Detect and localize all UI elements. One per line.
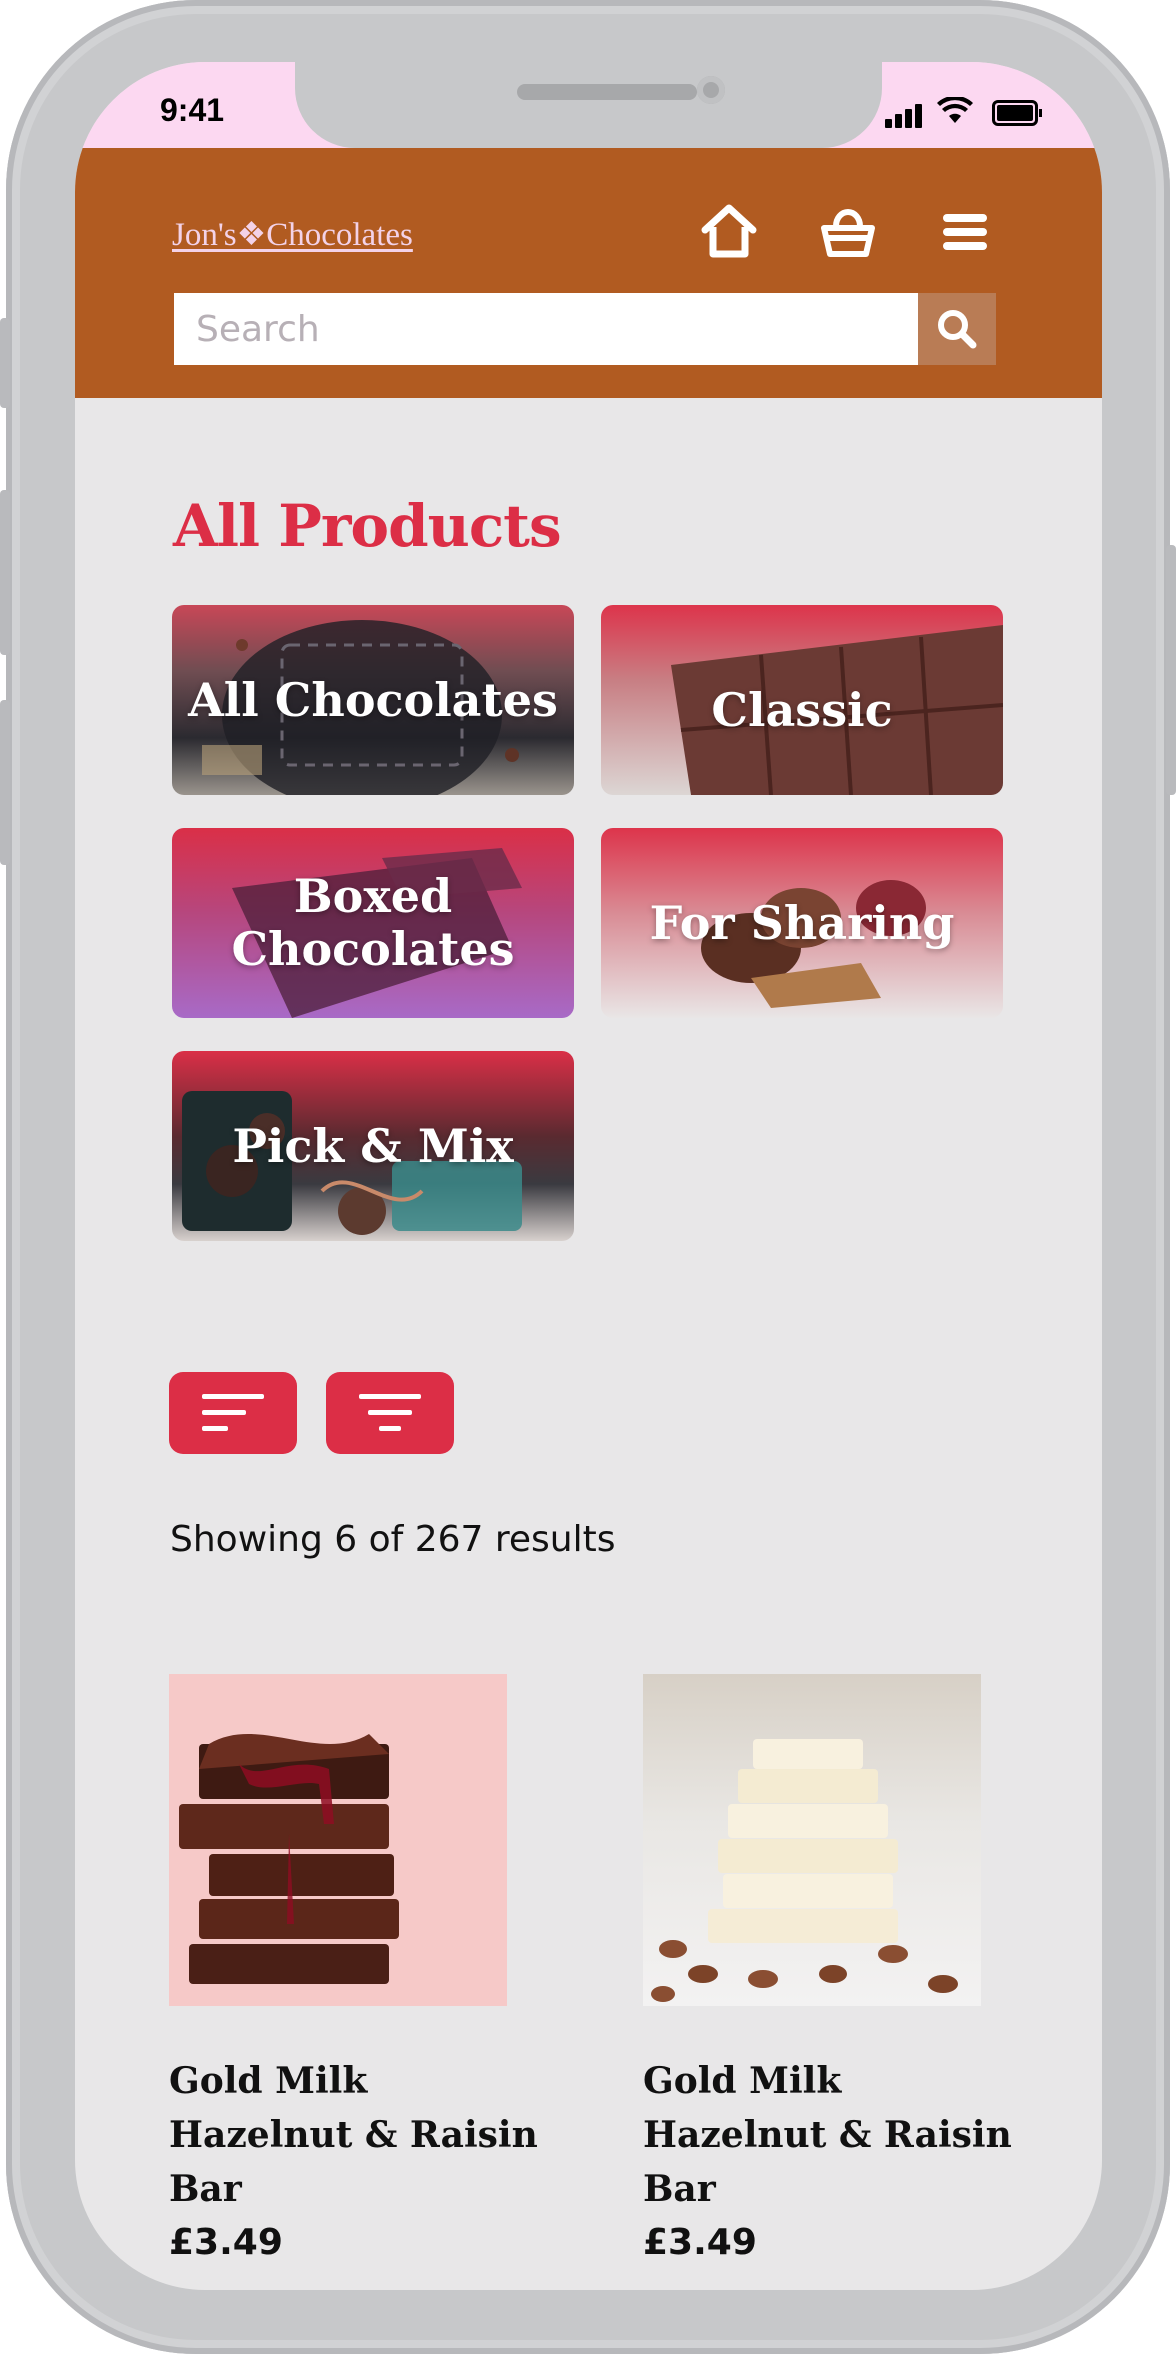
category-tile-all-chocolates[interactable]: All Chocolates: [172, 605, 574, 795]
product-name[interactable]: Gold Milk Hazelnut & Raisin Bar: [169, 2054, 549, 2216]
category-tile-pick-and-mix[interactable]: Pick & Mix: [172, 1051, 574, 1241]
sort-button[interactable]: [169, 1372, 297, 1454]
product-name[interactable]: Gold Milk Hazelnut & Raisin Bar: [643, 2054, 1023, 2216]
product-card[interactable]: Gold Milk Hazelnut & Raisin Bar £3.49: [643, 1674, 1012, 2263]
menu-icon[interactable]: [933, 200, 997, 264]
speaker-grille: [517, 84, 697, 100]
product-image[interactable]: [169, 1674, 507, 2006]
wifi-icon: [937, 95, 973, 133]
category-label: Classic: [711, 682, 893, 737]
dark-chocolate-image: [179, 1734, 399, 1984]
product-card[interactable]: Gold Milk Hazelnut & Raisin Bar £3.49: [169, 1674, 538, 2263]
category-label: Boxed Chocolates: [231, 869, 515, 976]
category-tile-for-sharing[interactable]: For Sharing: [601, 828, 1003, 1018]
results-count: Showing 6 of 267 results: [170, 1519, 616, 1560]
category-tile-classic[interactable]: Classic: [601, 605, 1003, 795]
battery-icon: [992, 100, 1042, 126]
status-time: 9:41: [160, 92, 225, 128]
search-button[interactable]: [918, 293, 996, 365]
site-header: Jon's❖Chocolates: [75, 148, 1102, 398]
category-label: For Sharing: [649, 895, 955, 950]
filter-button[interactable]: [326, 1372, 454, 1454]
filter-icon: [359, 1394, 421, 1431]
page-title: All Products: [173, 492, 562, 560]
front-camera: [697, 76, 725, 104]
basket-icon[interactable]: [816, 200, 880, 264]
sort-icon: [202, 1394, 264, 1431]
product-image[interactable]: [643, 1674, 981, 2006]
search-bar: [174, 293, 996, 365]
product-price: £3.49: [169, 2222, 283, 2263]
product-price: £3.49: [643, 2222, 757, 2263]
category-label: Pick & Mix: [232, 1118, 514, 1173]
mute-switch: [0, 318, 10, 408]
category-tile-boxed-chocolates[interactable]: Boxed Chocolates: [172, 828, 574, 1018]
volume-down-button: [0, 700, 10, 865]
volume-up-button: [0, 490, 10, 655]
search-icon: [938, 310, 977, 349]
notch: [295, 62, 882, 148]
home-icon[interactable]: [697, 200, 761, 264]
site-logo[interactable]: Jon's❖Chocolates: [172, 214, 413, 254]
screen: 9:41 Jon's❖Chocolates Search All Product…: [75, 62, 1102, 2290]
signal-icon: [885, 102, 927, 128]
power-button: [1166, 545, 1176, 795]
search-input[interactable]: [174, 293, 912, 365]
category-label: All Chocolates: [188, 672, 558, 727]
white-chocolate-image: [651, 1739, 958, 2002]
